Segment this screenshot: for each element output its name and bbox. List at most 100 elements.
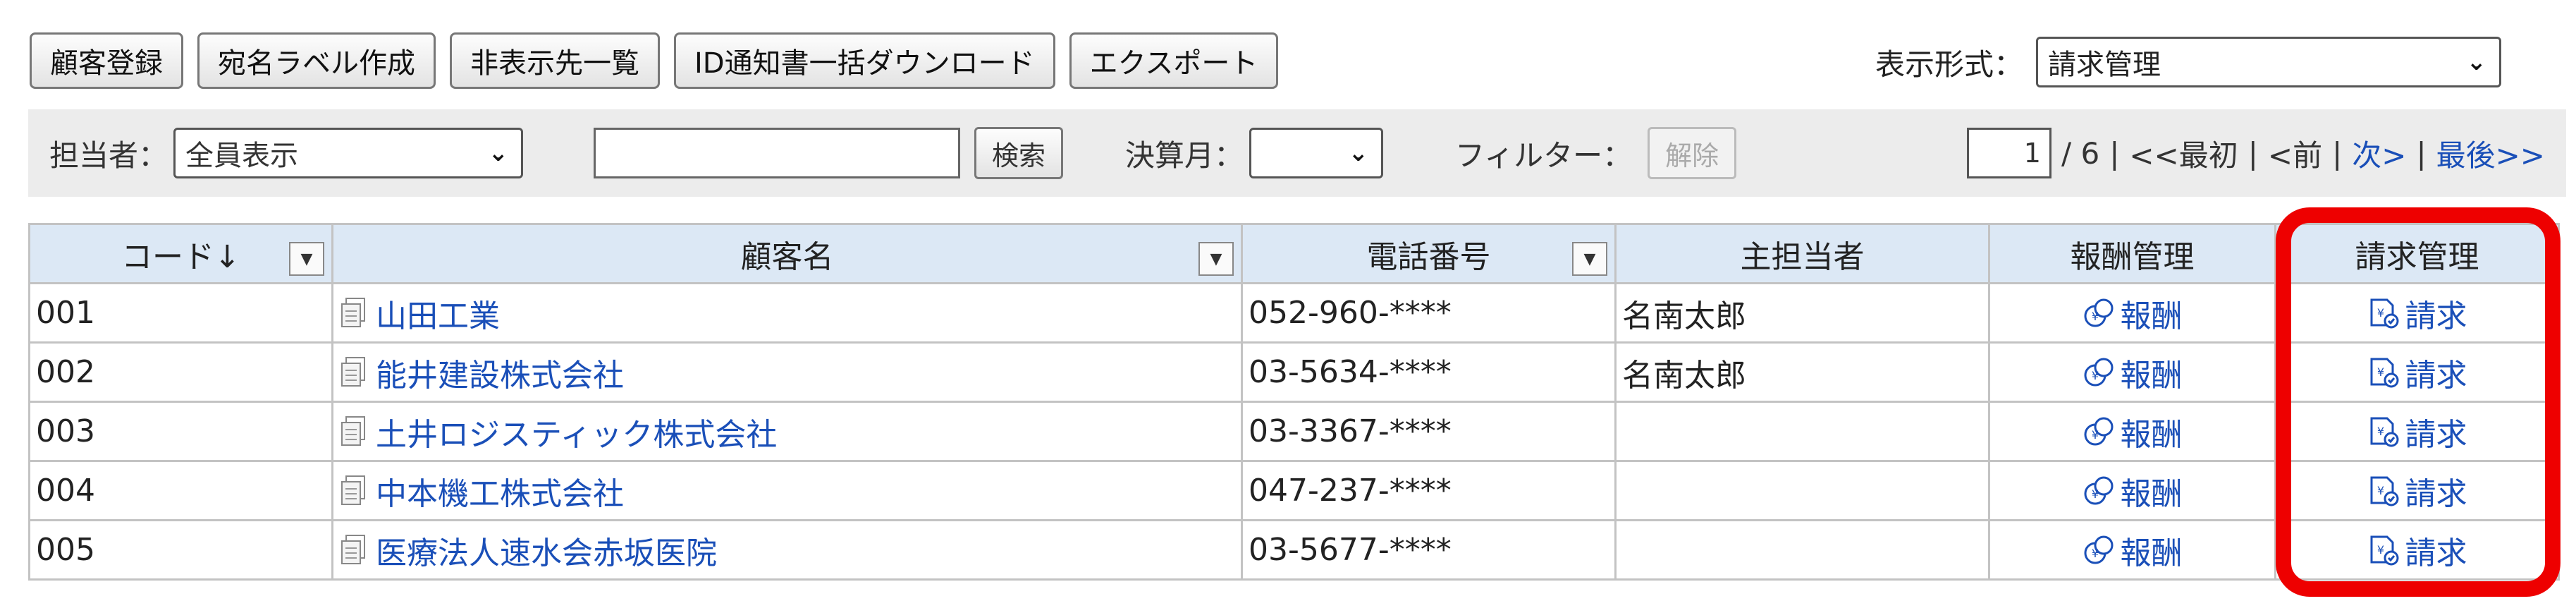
- billing-link[interactable]: ¥ 請求: [2282, 468, 2552, 514]
- search-button[interactable]: 検索: [974, 127, 1064, 179]
- pager-separator: |: [2416, 135, 2427, 171]
- cell-fee: ¥ 報酬: [1988, 519, 2276, 581]
- customer-name-text: 医療法人速水会赤坂医院: [376, 535, 717, 571]
- fee-link-text: 報酬: [2120, 298, 2183, 334]
- toolbar: 顧客登録 宛名ラベル作成 非表示先一覧 ID通知書一括ダウンロード エクスポート: [30, 32, 1279, 89]
- assignee-value: 全員表示: [185, 140, 299, 172]
- document-icon: [341, 415, 365, 446]
- yen-coin-icon: ¥: [2084, 298, 2113, 327]
- column-header-owner-label: 主担当者: [1740, 238, 1865, 275]
- table-row: 002 能井建設株式会社 03-5634-**** 名南太郎 ¥ 報酬 ¥ 請求: [28, 341, 2560, 403]
- assignee-select[interactable]: 全員表示 ⌄: [173, 128, 524, 178]
- fee-link[interactable]: ¥ 報酬: [1996, 350, 2269, 395]
- customer-name-link[interactable]: 土井ロジスティック株式会社: [339, 409, 1235, 454]
- svg-text:¥: ¥: [2376, 543, 2384, 557]
- hidden-list-button[interactable]: 非表示先一覧: [450, 32, 660, 89]
- first-page-link: <<最初: [2129, 138, 2238, 173]
- register-customer-button[interactable]: 顧客登録: [30, 32, 183, 89]
- create-address-label-button[interactable]: 宛名ラベル作成: [197, 32, 436, 89]
- fee-link[interactable]: ¥ 報酬: [1996, 468, 2269, 514]
- customer-table: コード↓ ▼ 顧客名 ▼ 電話番号 ▼ 主担当者 報酬管理 請求管理 001 山…: [28, 223, 2560, 581]
- filter-dropdown-icon[interactable]: ▼: [1572, 242, 1607, 276]
- pager-separator: |: [2247, 135, 2258, 171]
- fiscal-month-select[interactable]: ⌄: [1249, 128, 1384, 178]
- cell-owner: [1614, 460, 1990, 521]
- customer-name-link[interactable]: 能井建設株式会社: [339, 350, 1235, 395]
- cell-customer-name: 中本機工株式会社: [331, 460, 1243, 521]
- svg-text:¥: ¥: [2091, 310, 2098, 323]
- cell-owner: 名南太郎: [1614, 282, 1990, 344]
- column-header-code[interactable]: コード↓ ▼: [28, 223, 333, 284]
- column-header-customer-name[interactable]: 顧客名 ▼: [331, 223, 1243, 284]
- chevron-down-icon: ⌄: [2466, 48, 2487, 76]
- table-row: 005 医療法人速水会赤坂医院 03-5677-**** ¥ 報酬 ¥ 請求: [28, 519, 2560, 581]
- filter-dropdown-icon[interactable]: ▼: [289, 242, 324, 276]
- bulk-download-id-notice-button[interactable]: ID通知書一括ダウンロード: [674, 32, 1055, 89]
- fee-link-text: 報酬: [2120, 535, 2183, 571]
- table-header-row: コード↓ ▼ 顧客名 ▼ 電話番号 ▼ 主担当者 報酬管理 請求管理: [28, 223, 2560, 284]
- svg-text:¥: ¥: [2376, 425, 2384, 438]
- column-header-fee-management: 報酬管理: [1988, 223, 2276, 284]
- billing-link-text: 請求: [2405, 535, 2467, 571]
- view-format-label: 表示形式：: [1875, 47, 2024, 82]
- cell-fee: ¥ 報酬: [1988, 460, 2276, 521]
- billing-link[interactable]: ¥ 請求: [2282, 291, 2552, 336]
- cell-phone: 052-960-****: [1241, 282, 1617, 344]
- billing-link-text: 請求: [2405, 416, 2467, 453]
- table-row: 004 中本機工株式会社 047-237-**** ¥ 報酬 ¥ 請求: [28, 460, 2560, 521]
- cell-billing: ¥ 請求: [2274, 282, 2560, 344]
- cell-code: 001: [28, 282, 333, 344]
- yen-coin-icon: ¥: [2084, 476, 2113, 504]
- document-icon: [341, 297, 365, 327]
- export-button[interactable]: エクスポート: [1069, 32, 1279, 89]
- cell-owner: [1614, 401, 1990, 462]
- cell-fee: ¥ 報酬: [1988, 282, 2276, 344]
- next-page-link[interactable]: 次>: [2352, 132, 2406, 175]
- fee-link[interactable]: ¥ 報酬: [1996, 409, 2269, 454]
- invoice-check-icon: ¥: [2370, 358, 2398, 387]
- billing-link[interactable]: ¥ 請求: [2282, 409, 2552, 454]
- view-format-select[interactable]: 請求管理 ⌄: [2036, 37, 2502, 87]
- clear-filter-button[interactable]: 解除: [1648, 127, 1737, 179]
- svg-text:¥: ¥: [2091, 369, 2098, 382]
- cell-billing: ¥ 請求: [2274, 519, 2560, 581]
- column-header-fee-management-label: 報酬管理: [2070, 238, 2195, 275]
- customer-name-link[interactable]: 山田工業: [339, 291, 1235, 336]
- customer-name-text: 山田工業: [376, 298, 500, 334]
- yen-coin-icon: ¥: [2084, 535, 2113, 564]
- assignee-label: 担当者：: [49, 138, 168, 173]
- customer-name-link[interactable]: 中本機工株式会社: [339, 468, 1235, 514]
- fiscal-month-label: 決算月：: [1125, 138, 1244, 173]
- fiscal-month-filter: 決算月： ⌄: [1125, 109, 1384, 197]
- cell-owner: [1614, 519, 1990, 581]
- search-input[interactable]: [594, 128, 960, 178]
- cell-code: 003: [28, 401, 333, 462]
- cell-code: 005: [28, 519, 333, 581]
- column-header-owner: 主担当者: [1614, 223, 1990, 284]
- customer-name-link[interactable]: 医療法人速水会赤坂医院: [339, 528, 1235, 573]
- svg-text:¥: ¥: [2376, 484, 2384, 497]
- fee-link[interactable]: ¥ 報酬: [1996, 528, 2269, 573]
- document-icon: [341, 475, 365, 505]
- view-format-value: 請求管理: [2048, 49, 2161, 81]
- cell-customer-name: 医療法人速水会赤坂医院: [331, 519, 1243, 581]
- cell-phone: 03-5634-****: [1241, 341, 1617, 403]
- cell-code: 004: [28, 460, 333, 521]
- fee-link[interactable]: ¥ 報酬: [1996, 291, 2269, 336]
- document-icon: [341, 534, 365, 564]
- invoice-check-icon: ¥: [2370, 417, 2398, 447]
- svg-text:¥: ¥: [2376, 306, 2384, 320]
- column-header-phone-label: 電話番号: [1366, 238, 1491, 275]
- billing-link[interactable]: ¥ 請求: [2282, 350, 2552, 395]
- page-number-input[interactable]: 1: [1966, 128, 2051, 178]
- filter-dropdown-icon[interactable]: ▼: [1198, 242, 1234, 276]
- customer-name-text: 能井建設株式会社: [376, 357, 624, 394]
- last-page-link[interactable]: 最後>>: [2436, 132, 2545, 175]
- billing-link[interactable]: ¥ 請求: [2282, 528, 2552, 573]
- invoice-check-icon: ¥: [2370, 476, 2398, 506]
- fee-link-text: 報酬: [2120, 475, 2183, 512]
- svg-text:¥: ¥: [2376, 365, 2384, 379]
- column-header-phone[interactable]: 電話番号 ▼: [1241, 223, 1617, 284]
- column-header-billing-management: 請求管理: [2274, 223, 2560, 284]
- prev-page-link: <前: [2267, 138, 2323, 173]
